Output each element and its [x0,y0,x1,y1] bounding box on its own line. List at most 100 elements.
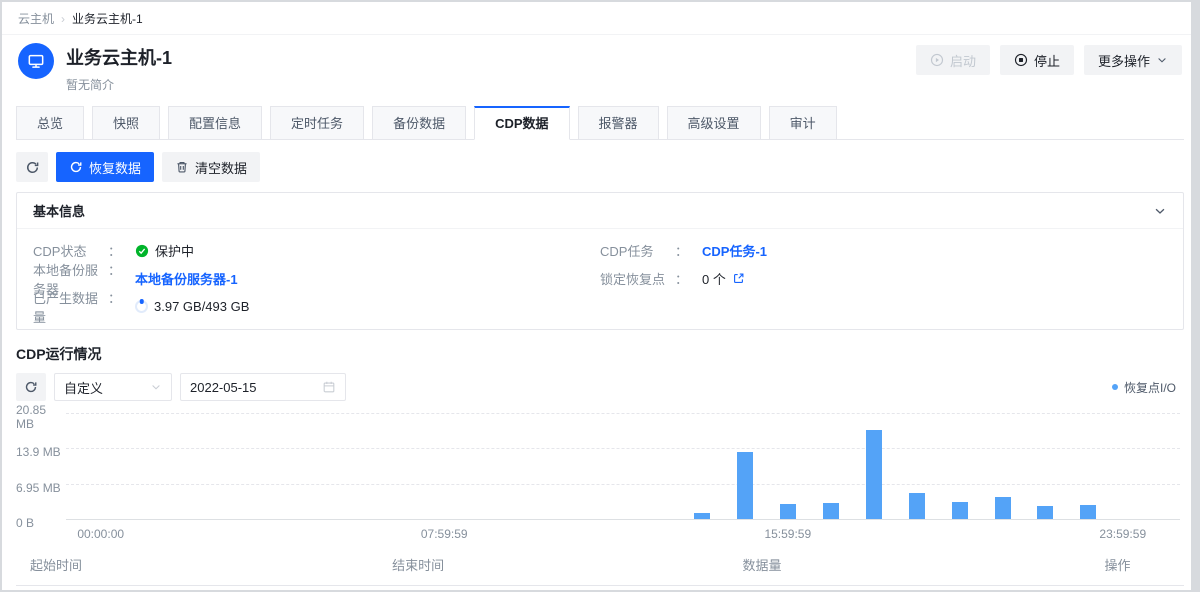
tab-4[interactable]: 定时任务 [270,106,364,140]
refresh-icon [25,160,40,175]
chart-legend: 恢复点I/O [1112,379,1184,396]
cell-data-size: 1.13 MB [728,589,1090,592]
column-header: 数据量 [728,545,1090,585]
chart-gridline [66,519,1180,520]
more-actions-button[interactable]: 更多操作 [1084,45,1182,75]
date-picker-value: 2022-05-15 [190,380,257,395]
tab-2[interactable]: 快照 [92,106,160,140]
chart-plot-area: 20.85 MB13.9 MB6.95 MB0 B00:00:0007:59:5… [66,413,1180,519]
info-field-value: 0 个 [702,269,745,288]
column-header: 结束时间 [378,545,728,585]
chart-refresh-button[interactable] [16,373,46,401]
more-actions-label: 更多操作 [1098,51,1150,70]
y-axis-label: 0 B [16,516,62,530]
clear-data-button[interactable]: 清空数据 [162,152,260,182]
clear-data-label: 清空数据 [195,158,247,177]
bar-17:00:00 [823,503,839,519]
progress-ring-icon [135,300,148,313]
info-field-value: 本地备份服务器-1 [135,269,238,288]
bar-14:00:00 [694,513,710,519]
x-axis-label: 23:59:59 [1099,527,1146,541]
basic-info-title: 基本信息 [33,201,85,220]
restore-refresh-icon [69,160,83,174]
bar-16:00:00 [780,504,796,519]
info-field-value: CDP任务-1 [702,241,767,260]
info-field-value: 保护中 [135,241,194,260]
collapse-chevron-icon[interactable] [1153,204,1167,218]
tab-5[interactable]: 备份数据 [372,106,466,140]
y-axis-label: 13.9 MB [16,445,62,459]
bar-18:00:00 [866,430,882,519]
restore-data-button[interactable]: 恢复数据 [56,152,154,182]
vm-monitor-icon [18,43,54,79]
status-protected-icon [135,244,149,258]
time-range-value: 自定义 [64,378,103,397]
table-body: 2022-05-15 14:00:002022-05-15 14:59:591.… [16,586,1184,592]
chart-gridline [66,484,1180,485]
stop-icon [1014,53,1028,67]
scrollbar[interactable] [1191,2,1198,590]
info-field-value: 3.97 GB/493 GB [135,299,249,314]
refresh-button[interactable] [16,152,48,182]
x-axis-label: 00:00:00 [77,527,124,541]
basic-info-column-left: CDP状态：保护中本地备份服务器：本地备份服务器-1已产生数据量：3.97 GB… [33,231,600,315]
y-axis-label: 20.85 MB [16,403,62,431]
bar-19:00:00 [909,493,925,519]
bar-21:00:00 [995,497,1011,519]
tab-8[interactable]: 高级设置 [667,106,761,140]
tab-bar: 总览快照配置信息定时任务备份数据CDP数据报警器高级设置审计 [16,106,1184,140]
breadcrumb-current: 业务云主机-1 [72,10,143,27]
breadcrumb-separator: › [61,12,65,26]
page-header: 业务云主机-1 暂无简介 启动 停止 更多操作 [2,35,1198,93]
info-field-label: 已产生数据量： [33,288,125,326]
info-link[interactable]: 本地备份服务器-1 [135,269,238,288]
bar-22:00:00 [1037,506,1053,519]
tab-7[interactable]: 报警器 [578,106,659,140]
breadcrumb: 云主机 › 业务云主机-1 [2,2,1198,35]
chevron-down-icon [1156,54,1168,66]
calendar-icon [322,380,336,394]
breadcrumb-parent-link[interactable]: 云主机 [18,10,54,27]
stop-button-label: 停止 [1034,51,1060,70]
stop-button[interactable]: 停止 [1000,45,1074,75]
info-link[interactable]: CDP任务-1 [702,241,767,260]
bar-23:00:00 [1080,505,1096,519]
info-field-label: 锁定恢复点： [600,269,692,288]
y-axis-label: 6.95 MB [16,481,62,495]
info-field-label: CDP任务： [600,241,692,260]
basic-info-panel: 基本信息 CDP状态：保护中本地备份服务器：本地备份服务器-1已产生数据量：3.… [16,192,1184,330]
start-button[interactable]: 启动 [916,45,990,75]
refresh-icon [24,380,38,394]
recovery-points-table: 起始时间结束时间数据量操作 2022-05-15 14:00:002022-05… [16,545,1184,592]
column-header: 起始时间 [16,545,378,585]
cell-start-time: 2022-05-15 14:00:00 [16,589,378,592]
page-title: 业务云主机-1 [66,44,172,70]
chevron-down-icon [150,381,162,393]
table-row: 2022-05-15 14:00:002022-05-15 14:59:591.… [16,586,1184,592]
cdp-activity-title: CDP运行情况 [16,344,1184,364]
tab-9[interactable]: 审计 [769,106,837,140]
bar-15:00:00 [737,452,753,519]
x-axis-label: 07:59:59 [421,527,468,541]
basic-info-header: 基本信息 [17,193,1183,229]
tab-1[interactable]: 总览 [16,106,84,140]
info-field: CDP任务： CDP任务-1 [600,242,1167,259]
info-field: 本地备份服务器：本地备份服务器-1 [33,270,600,287]
bar-20:00:00 [952,502,968,519]
external-link-icon[interactable] [732,272,745,285]
date-picker[interactable]: 2022-05-15 [180,373,346,401]
trash-icon [175,160,189,174]
restore-data-label: 恢复数据 [89,158,141,177]
table-header-row: 起始时间结束时间数据量操作 [16,545,1184,586]
play-icon [930,53,944,67]
x-axis-label: 15:59:59 [764,527,811,541]
cdp-io-bar-chart: 20.85 MB13.9 MB6.95 MB0 B00:00:0007:59:5… [16,409,1184,537]
basic-info-body: CDP状态：保护中本地备份服务器：本地备份服务器-1已产生数据量：3.97 GB… [17,229,1183,329]
chart-gridline [66,413,1180,414]
time-range-select[interactable]: 自定义 [54,373,172,401]
basic-info-column-right: CDP任务： CDP任务-1 锁定恢复点： 0 个 [600,231,1167,315]
tab-6-active[interactable]: CDP数据 [474,106,569,140]
legend-label: 恢复点I/O [1124,379,1176,396]
tab-3[interactable]: 配置信息 [168,106,262,140]
info-field: 已产生数据量：3.97 GB/493 GB [33,298,600,315]
